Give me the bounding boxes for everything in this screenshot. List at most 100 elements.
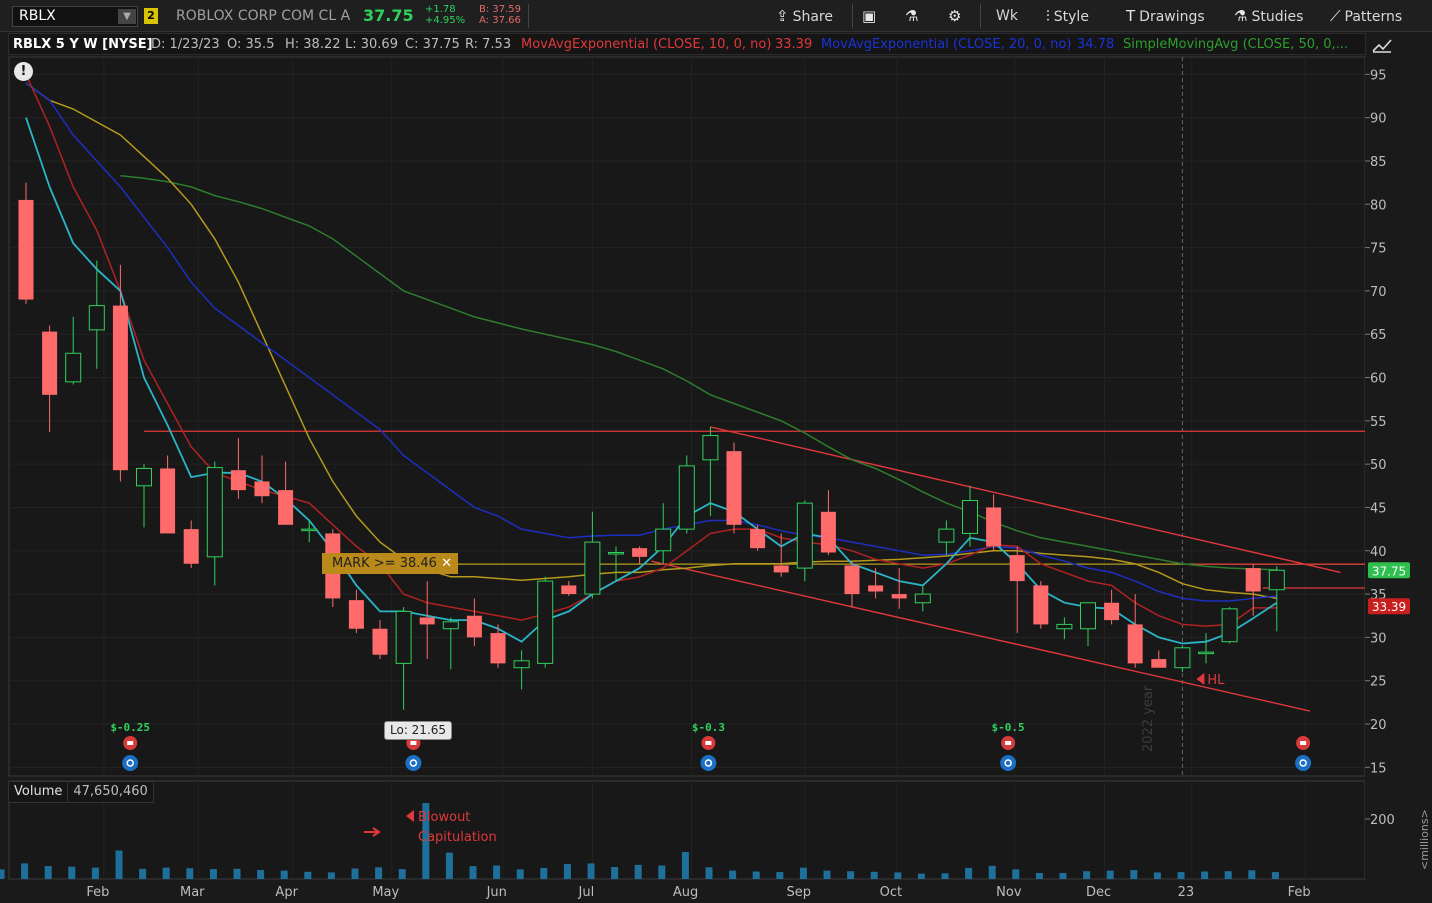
candle-body-up [301,528,318,532]
volume-bar [257,870,265,879]
price-tick-label: 80 [1370,198,1387,213]
volume-bar [587,863,595,879]
candle-body-up [442,621,459,630]
candle-body-up [206,467,223,558]
candle-body-up [1268,569,1285,591]
price-tick-label: 25 [1370,675,1387,690]
candle-body-down [112,305,128,471]
expand-chart-icon [1372,39,1392,53]
candle-body-down [1033,585,1049,625]
month-label: Dec [1086,885,1111,900]
month-label: Sep [787,885,812,900]
volume-bar [375,867,383,879]
volume-bar [563,864,571,879]
candle-body-down [726,451,742,525]
phone-icon-glyph [1005,741,1012,745]
price-chart[interactable]: 1520253035404550556065707580859095200 Fe… [0,0,1432,903]
candle-body-down [632,548,648,557]
volume-bar [634,864,642,879]
candle-body-down [1245,568,1261,592]
month-label: Oct [880,885,902,900]
volume-bar [327,872,335,879]
volume-bar [1177,872,1185,879]
price-tick-label: 70 [1370,285,1387,300]
low-price-tooltip: Lo: 21.65 [384,721,453,740]
candle-body-up [678,465,695,530]
earnings-label: $-0.3 [692,721,725,734]
alert-icon[interactable]: ! [14,62,33,81]
volume-bar [681,852,689,879]
ema10-price-tag: 33.39 [1372,600,1406,614]
volume-bar [1271,872,1279,879]
candle-body-down [891,594,907,599]
volume-bar [115,850,123,879]
month-label: Mar [180,885,205,900]
phone-icon-glyph [705,741,712,745]
volume-bar [1035,873,1043,879]
price-pane [8,56,1366,777]
price-tick-label: 75 [1370,242,1387,257]
price-tick-label: 40 [1370,545,1387,560]
volume-bar [469,866,477,879]
candle-body-down [1151,659,1167,668]
candle-body-up [962,500,978,534]
info-icon [1000,755,1017,771]
candle-body-down [490,633,506,664]
candle-body-up [1080,602,1096,630]
volume-bar [988,865,996,879]
volume-bar [44,866,52,879]
phone-icon-glyph [410,741,417,745]
volume-bar [1012,869,1020,879]
price-tick-label: 30 [1370,631,1387,646]
volume-bar [1201,871,1209,879]
candle-body-up [136,467,152,487]
mark-order-line-tag[interactable]: MARK >= 38.46 ✕ [322,553,458,574]
volume-bar [91,867,99,879]
candle-body-down [1127,624,1143,664]
price-tick-label: 90 [1370,112,1387,127]
candle-body-up [796,502,813,569]
volume-bar [1130,870,1138,879]
volume-bar [917,873,925,879]
time-axis: Feb Mar Apr May Jun Jul Aug Sep Oct Nov Dec 23 Feb [86,885,1310,900]
candle-body-down [561,585,577,595]
candle-body-up [1174,647,1191,669]
candle-body-down [18,199,34,300]
info-icon [122,755,139,771]
candle-body-up [914,593,931,604]
volume-bar [233,868,241,879]
candle-body-up [655,528,672,552]
volume-bar [1059,873,1067,879]
volume-bar [304,871,312,879]
volume-value: 47,650,460 [73,784,148,799]
volume-bar [752,871,760,879]
candle-body-down [42,331,58,395]
candle-body-down [160,468,176,534]
earnings-label: $-0.25 [110,721,150,734]
candle-body-down [750,529,766,549]
candle-body-up [1198,651,1214,655]
volume-bar [1224,871,1232,879]
close-icon[interactable]: ✕ [441,556,452,571]
candle-body-up [513,660,530,669]
volume-bar [280,870,288,879]
volume-bar [493,865,501,879]
month-label: Feb [86,885,109,900]
volume-header: Volume 47,650,460 [8,781,154,803]
volume-bar [540,867,548,879]
volume-bar [1248,870,1256,879]
volume-label[interactable]: Volume [9,782,69,802]
volume-bar [21,863,29,879]
volume-bar [705,867,713,879]
price-tick-label: 85 [1370,155,1387,170]
hl-label: HL [1207,673,1225,688]
volume-bar [611,867,619,879]
candle-body-down [254,481,270,497]
month-label: 23 [1178,885,1195,900]
volume-bar [870,871,878,879]
volume-bar [351,868,359,879]
candle-body-up [702,435,719,461]
candle-body-up [395,610,412,664]
volume-bar [799,867,807,879]
volume-bar [1083,871,1091,879]
